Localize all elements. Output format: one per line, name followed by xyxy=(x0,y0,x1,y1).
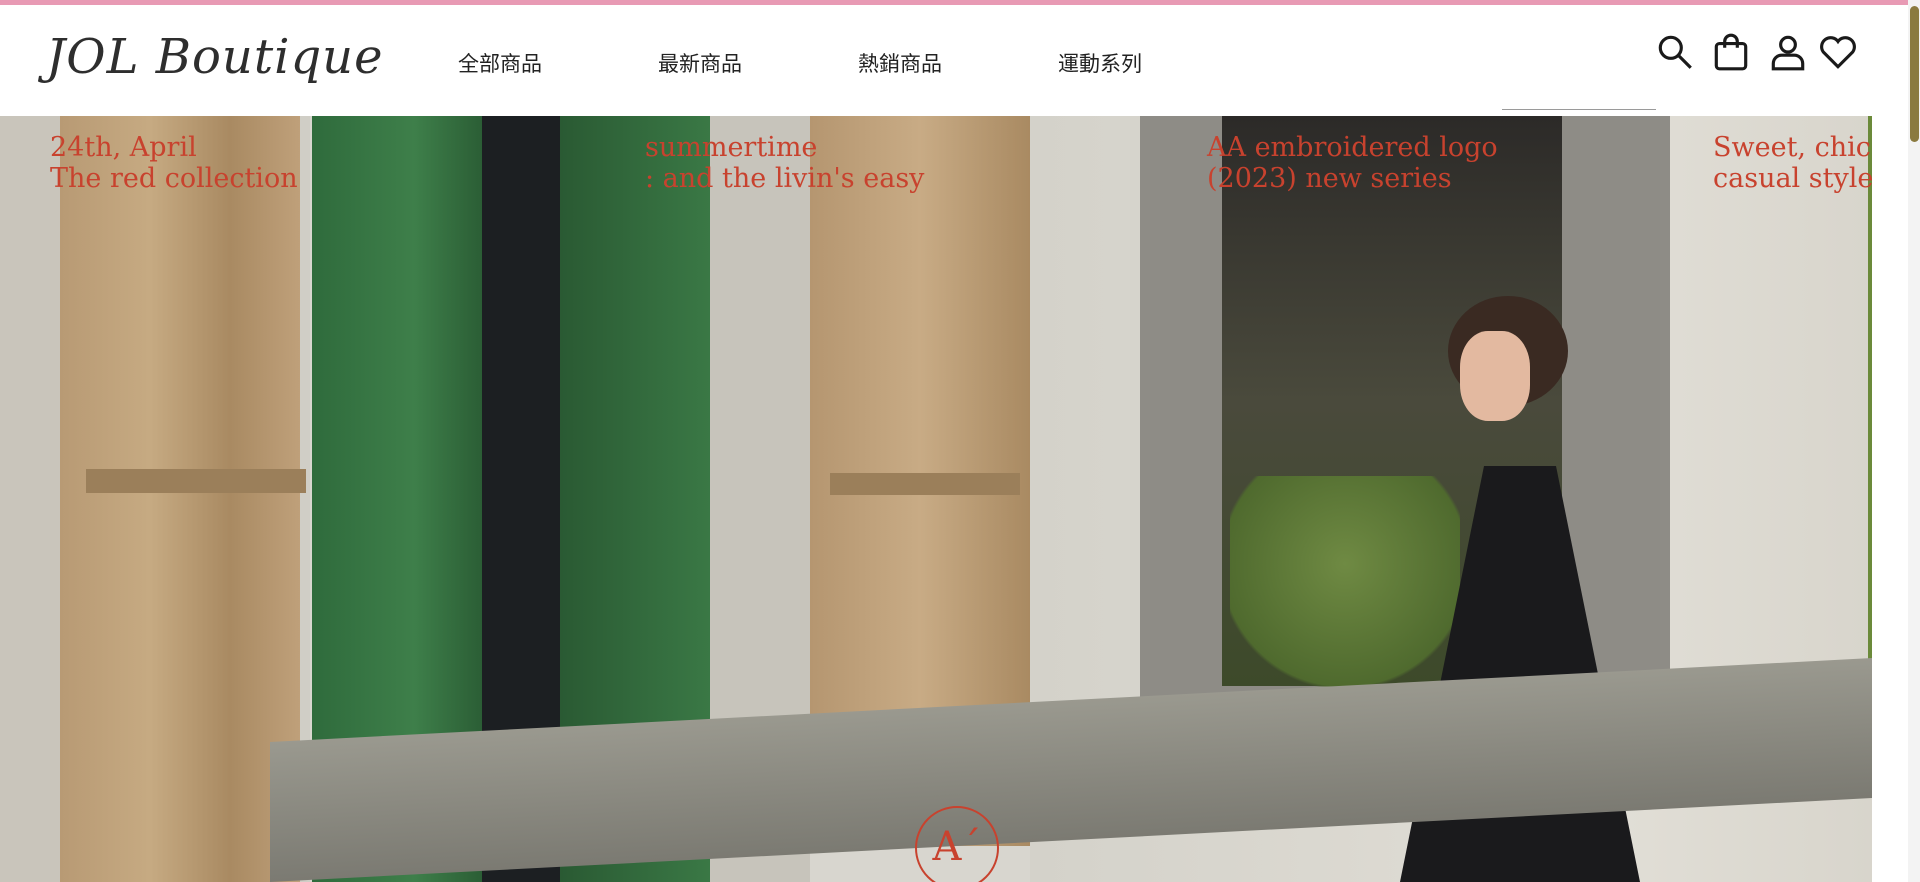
heart-icon[interactable] xyxy=(1817,31,1859,73)
hero-caption-casual-style[interactable]: Sweet, chic, casual style xyxy=(1713,132,1872,194)
search-input[interactable] xyxy=(1502,75,1656,110)
caption-line: 24th, April xyxy=(50,132,197,163)
hero-photo-model-face xyxy=(1460,331,1530,421)
nav-sports-series[interactable]: 運動系列 xyxy=(1058,48,1142,78)
hero-banner[interactable]: 24th, April The red collection summertim… xyxy=(0,116,1872,882)
brand-logo[interactable]: JOL Boutique xyxy=(46,29,384,85)
caption-line: : and the livin's easy xyxy=(645,163,925,194)
caption-line: Sweet, chic, xyxy=(1713,132,1872,163)
scrollbar-thumb[interactable] xyxy=(1910,6,1919,142)
shopping-bag-icon[interactable] xyxy=(1710,31,1752,73)
hero-caption-red-collection[interactable]: 24th, April The red collection xyxy=(50,132,298,194)
hero-photo-plant xyxy=(1230,476,1460,696)
nav-best-sellers[interactable]: 熱銷商品 xyxy=(858,48,942,78)
hero-photo-door-bracket-right xyxy=(830,473,1020,495)
nav-new-products[interactable]: 最新商品 xyxy=(658,48,742,78)
caption-line: The red collection xyxy=(50,163,298,194)
hero-photo-door-left xyxy=(0,116,310,882)
caption-line: summertime xyxy=(645,132,818,163)
hero-caption-summertime[interactable]: summertime : and the livin's easy xyxy=(645,132,924,194)
user-icon[interactable] xyxy=(1767,31,1809,73)
caption-line: casual style xyxy=(1713,163,1872,194)
caption-line: AA embroidered logo xyxy=(1207,132,1498,163)
hero-photo-foliage xyxy=(1868,116,1872,716)
page-scrollbar[interactable] xyxy=(1908,0,1920,882)
nav-all-products[interactable]: 全部商品 xyxy=(458,48,542,78)
caption-line: (2023) new series xyxy=(1207,163,1452,194)
hero-badge-logo: A´ xyxy=(915,806,999,882)
hero-photo-door-bracket xyxy=(86,469,306,493)
search-icon[interactable] xyxy=(1654,31,1696,73)
hero-caption-embroidered-logo[interactable]: AA embroidered logo (2023) new series xyxy=(1207,132,1498,194)
site-header: JOL Boutique 全部商品 最新商品 熱銷商品 運動系列 xyxy=(0,5,1920,116)
